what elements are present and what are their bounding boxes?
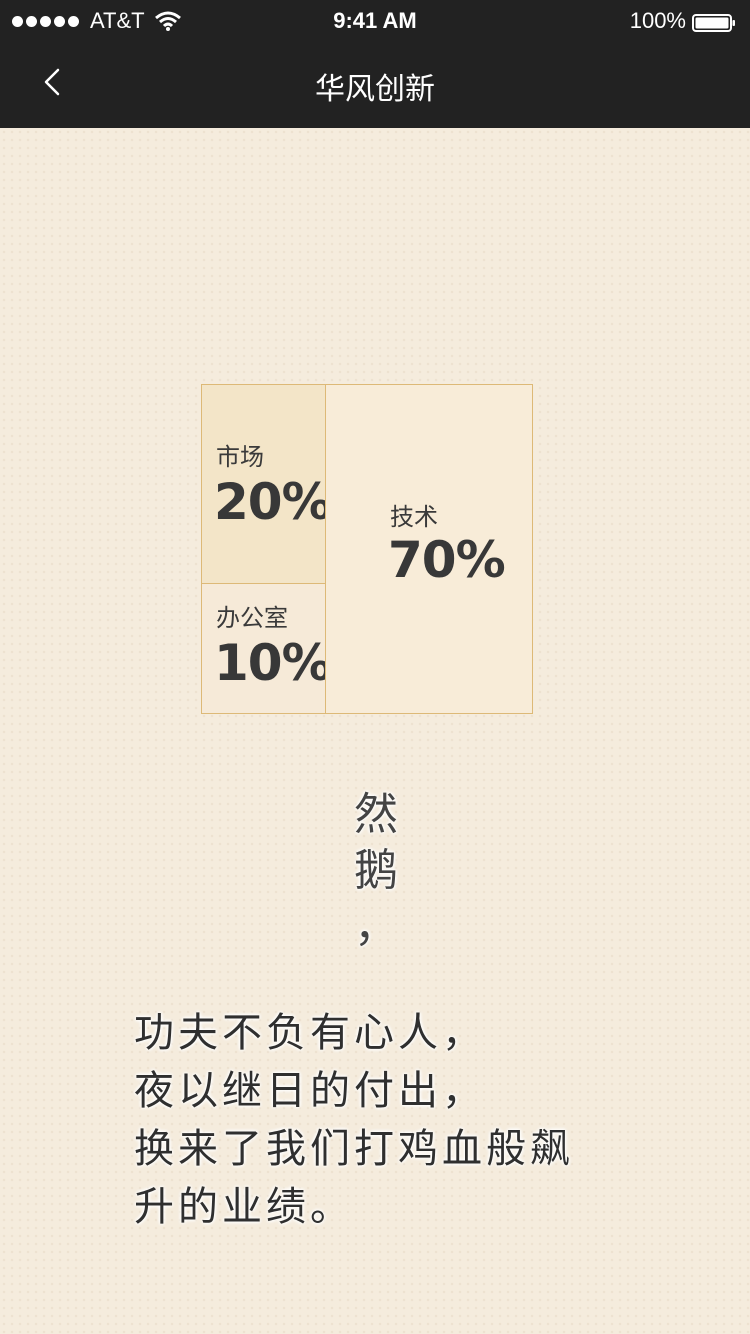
poem-line: 升的业绩。: [134, 1184, 354, 1230]
battery-icon: [692, 12, 736, 32]
poem-text: 功夫不负有心人， 夜以继日的付出， 换来了我们打鸡血般飙 升的业绩。: [134, 1004, 574, 1236]
headline-char: 然: [354, 789, 398, 840]
poem-line: 换来了我们打鸡血般飙: [134, 1126, 574, 1172]
chevron-left-icon: [42, 67, 62, 101]
treemap-cell-office: 办公室 10%: [201, 583, 332, 714]
back-button[interactable]: [30, 62, 74, 106]
poem-line: 夜以继日的付出，: [134, 1068, 486, 1114]
treemap-cell-tech: 技术 70%: [325, 384, 533, 714]
department-treemap: 市场 20% 办公室 10% 技术 70%: [201, 384, 533, 714]
page-title: 华风创新: [315, 72, 435, 107]
cell-value: 70%: [388, 531, 506, 589]
headline-char: ，: [354, 901, 398, 952]
headline-vertical: 然 鹅 ，: [348, 786, 404, 954]
cell-label: 办公室: [216, 604, 288, 632]
treemap-cell-market: 市场 20%: [201, 384, 332, 584]
battery-percent: 100%: [629, 8, 686, 33]
nav-bar: 华风创新: [0, 40, 750, 128]
status-right: 100%: [630, 8, 736, 34]
cell-value: 20%: [214, 473, 332, 531]
cell-value: 10%: [214, 634, 332, 692]
poem-line: 功夫不负有心人，: [134, 1010, 486, 1056]
status-bar: AT&T 9:41 AM 100%: [0, 0, 750, 40]
cell-label: 市场: [216, 443, 264, 471]
headline-char: 鹅: [354, 845, 398, 896]
cell-label: 技术: [390, 503, 438, 531]
